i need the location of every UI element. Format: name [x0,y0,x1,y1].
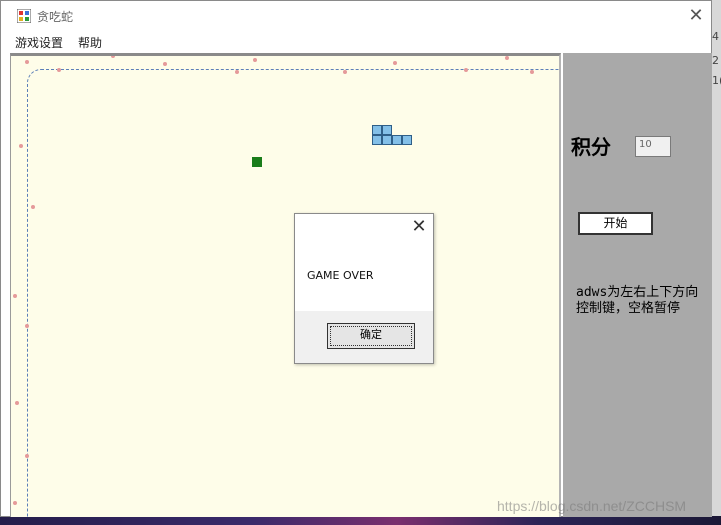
decor-dot [111,56,115,58]
decor-dot [505,56,509,60]
dialog-close-icon[interactable]: ✕ [409,216,429,238]
close-icon[interactable]: ✕ [686,6,706,26]
decor-dot [15,401,19,405]
dialog-footer: 确定 [295,311,433,363]
dialog-message: GAME OVER [307,269,374,282]
game-board[interactable] [10,53,561,517]
decor-dot [25,454,29,458]
snake-segment [372,125,382,135]
menu-item-help[interactable]: 帮助 [78,34,102,51]
ok-button[interactable]: 确定 [327,323,415,349]
desktop-edge-text: 4 [712,30,719,43]
side-panel: 积分 10 开始 adws为左右上下方向控制键，空格暂停 [563,53,712,517]
decor-dot [31,205,35,209]
decor-dot [235,70,239,74]
menu-item-game-settings[interactable]: 游戏设置 [15,34,63,51]
snake-segment [382,135,392,145]
score-label: 积分 [571,135,611,159]
desktop-edge: 4 2 1( [712,0,721,525]
decor-dot [25,60,29,64]
app-icon [17,9,31,23]
watermark: https://blog.csdn.net/ZCCHSM [497,498,687,514]
window-title: 贪吃蛇 [37,10,74,24]
decor-dot [13,501,17,505]
decor-dot [13,294,17,298]
start-button[interactable]: 开始 [578,212,653,235]
food-pellet [252,157,262,167]
decor-dot [19,144,23,148]
desktop-edge-text: 2 [712,54,719,67]
title-bar[interactable]: 贪吃蛇 ✕ [1,1,711,31]
snake-segment [372,135,382,145]
decor-dot [253,58,257,62]
snake-segment [382,125,392,135]
score-field[interactable]: 10 [635,136,671,157]
decor-dot [464,68,468,72]
snake-segment [392,135,402,145]
decor-dot [530,70,534,74]
decor-dot [163,62,167,66]
desktop-edge-text: 1( [712,74,721,87]
desktop-wallpaper [0,516,721,525]
snake-segment [402,135,412,145]
menu-bar: 游戏设置 帮助 [1,31,711,52]
decor-dot [57,68,61,72]
decor-dot [343,70,347,74]
game-over-dialog: ✕ GAME OVER 确定 [294,213,434,364]
decor-dot [25,324,29,328]
controls-hint: adws为左右上下方向控制键，空格暂停 [576,285,699,316]
decor-dot [393,61,397,65]
